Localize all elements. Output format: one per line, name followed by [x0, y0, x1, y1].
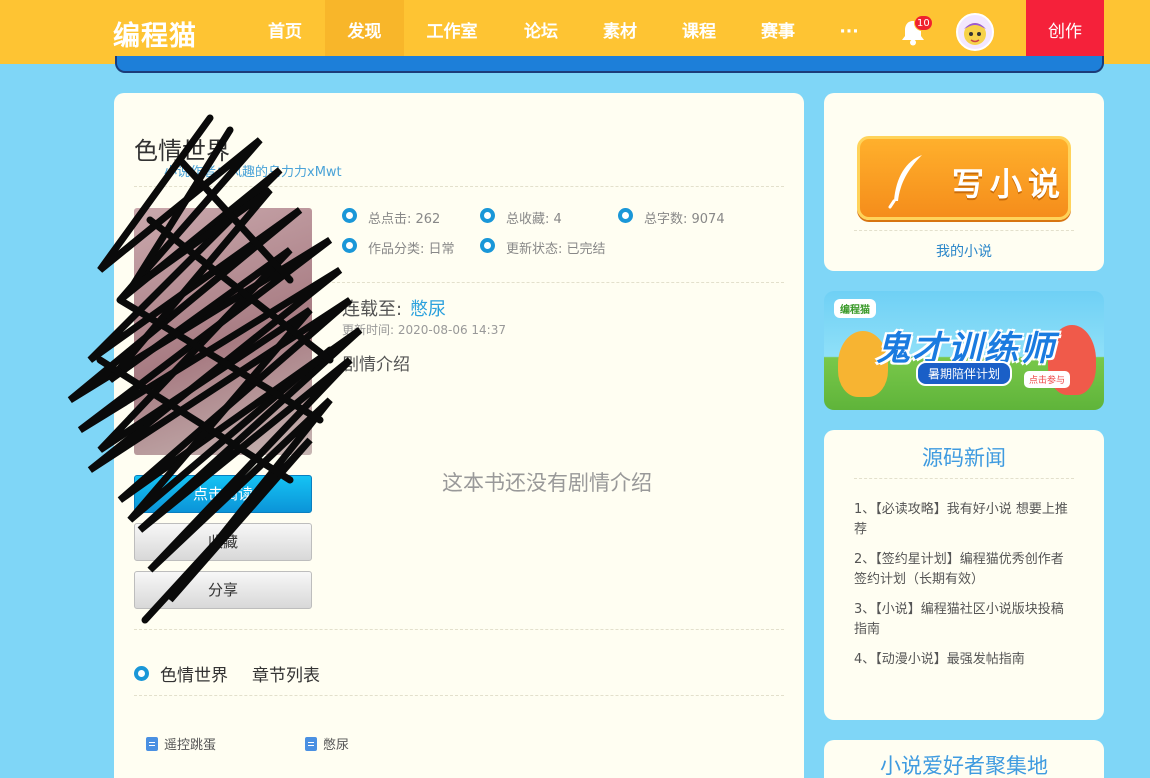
- chapter-section-label: 章节列表: [252, 666, 320, 686]
- total-favorites: 总收藏: 4: [506, 212, 562, 227]
- write-novel-label: 写小说: [952, 165, 1067, 203]
- promo-banner[interactable]: 编程猫 鬼才训练师 暑期陪伴计划 点击参与: [824, 291, 1104, 410]
- banner-subtitle: 暑期陪伴计划: [916, 361, 1013, 386]
- favorite-button[interactable]: 收藏: [134, 523, 312, 561]
- news-item-link[interactable]: 4、【动漫小说】最强发帖指南: [854, 650, 1076, 670]
- divider: [134, 695, 784, 696]
- divider: [854, 478, 1074, 479]
- news-item-link[interactable]: 1、【必读攻略】我有好小说 想要上推荐: [854, 500, 1076, 540]
- nav-materials[interactable]: 素材: [586, 0, 654, 64]
- stat-bullet-icon: [618, 208, 633, 223]
- banner-cta: 点击参与: [1024, 371, 1071, 388]
- stat-bullet-icon: [480, 238, 495, 253]
- nav-events[interactable]: 赛事: [744, 0, 812, 64]
- document-icon: [146, 737, 158, 751]
- stat-bullet-icon: [342, 238, 357, 253]
- book-category: 作品分类: 日常: [368, 242, 455, 257]
- total-words: 总字数: 9074: [644, 212, 725, 227]
- notification-badge: 10: [914, 15, 933, 31]
- nav-home[interactable]: 首页: [248, 0, 322, 64]
- news-title: 源码新闻: [922, 446, 1006, 470]
- update-status: 更新状态: 已完结: [506, 242, 606, 257]
- nav-more[interactable]: ···: [826, 0, 872, 64]
- site-logo[interactable]: 编程猫: [113, 14, 197, 53]
- feather-icon: [888, 155, 922, 209]
- my-novels-link[interactable]: 我的小说: [824, 241, 1104, 261]
- stat-bullet-icon: [480, 208, 495, 223]
- book-cover-image: [134, 208, 312, 455]
- chapter-link[interactable]: 憋尿: [305, 734, 349, 753]
- fan-community-title: 小说爱好者聚集地: [880, 754, 1048, 778]
- news-item-link[interactable]: 2、【签约星计划】编程猫优秀创作者签约计划（长期有效）: [854, 550, 1076, 590]
- section-bullet-icon: [134, 666, 149, 681]
- share-button[interactable]: 分享: [134, 571, 312, 609]
- divider: [332, 282, 784, 283]
- write-novel-button[interactable]: 写小说: [857, 136, 1071, 220]
- read-button[interactable]: 点击阅读: [134, 475, 312, 513]
- chapter-link[interactable]: 遥控跳蛋: [146, 734, 216, 753]
- header-decoration-strip: [115, 56, 1104, 73]
- banner-tag: 编程猫: [834, 299, 876, 318]
- nav-discover[interactable]: 发现: [325, 0, 404, 64]
- stat-bullet-icon: [342, 208, 357, 223]
- document-icon: [305, 737, 317, 751]
- latest-chapter-label: 连载至:: [342, 299, 403, 320]
- divider: [134, 186, 784, 187]
- plot-intro-empty-text: 这本书还没有剧情介绍: [442, 471, 652, 495]
- book-detail-card: 色情世界 小说作者：风趣的乌力力xMwt 总点击: 262 总收藏: 4 总字数…: [114, 93, 804, 778]
- fan-community-card: 小说爱好者聚集地: [824, 740, 1104, 778]
- top-navigation-bar: 编程猫 首页 发现 工作室 论坛 素材 课程 赛事 ··· 10 创作: [0, 0, 1150, 64]
- total-clicks: 总点击: 262: [368, 212, 441, 227]
- news-item-link[interactable]: 3、【小说】编程猫社区小说版块投稿指南: [854, 600, 1076, 640]
- nav-courses[interactable]: 课程: [664, 0, 734, 64]
- chapter-title: 憋尿: [323, 738, 350, 753]
- user-avatar[interactable]: [956, 13, 994, 51]
- book-author-link[interactable]: 小说作者：风趣的乌力力xMwt: [164, 161, 342, 180]
- plot-intro-label: 剧情介绍: [342, 355, 410, 375]
- chapter-title: 遥控跳蛋: [164, 738, 217, 753]
- divider: [854, 230, 1074, 231]
- nav-studio[interactable]: 工作室: [412, 0, 492, 64]
- write-novel-card: 写小说 我的小说: [824, 93, 1104, 271]
- divider: [134, 629, 784, 630]
- create-button[interactable]: 创作: [1026, 0, 1104, 64]
- update-time: 更新时间: 2020-08-06 14:37: [342, 323, 506, 337]
- news-card: 源码新闻 1、【必读攻略】我有好小说 想要上推荐 2、【签约星计划】编程猫优秀创…: [824, 430, 1104, 720]
- nav-forum[interactable]: 论坛: [506, 0, 576, 64]
- chapter-section-book-name: 色情世界: [160, 666, 228, 686]
- latest-chapter-link[interactable]: 憋尿: [410, 295, 446, 321]
